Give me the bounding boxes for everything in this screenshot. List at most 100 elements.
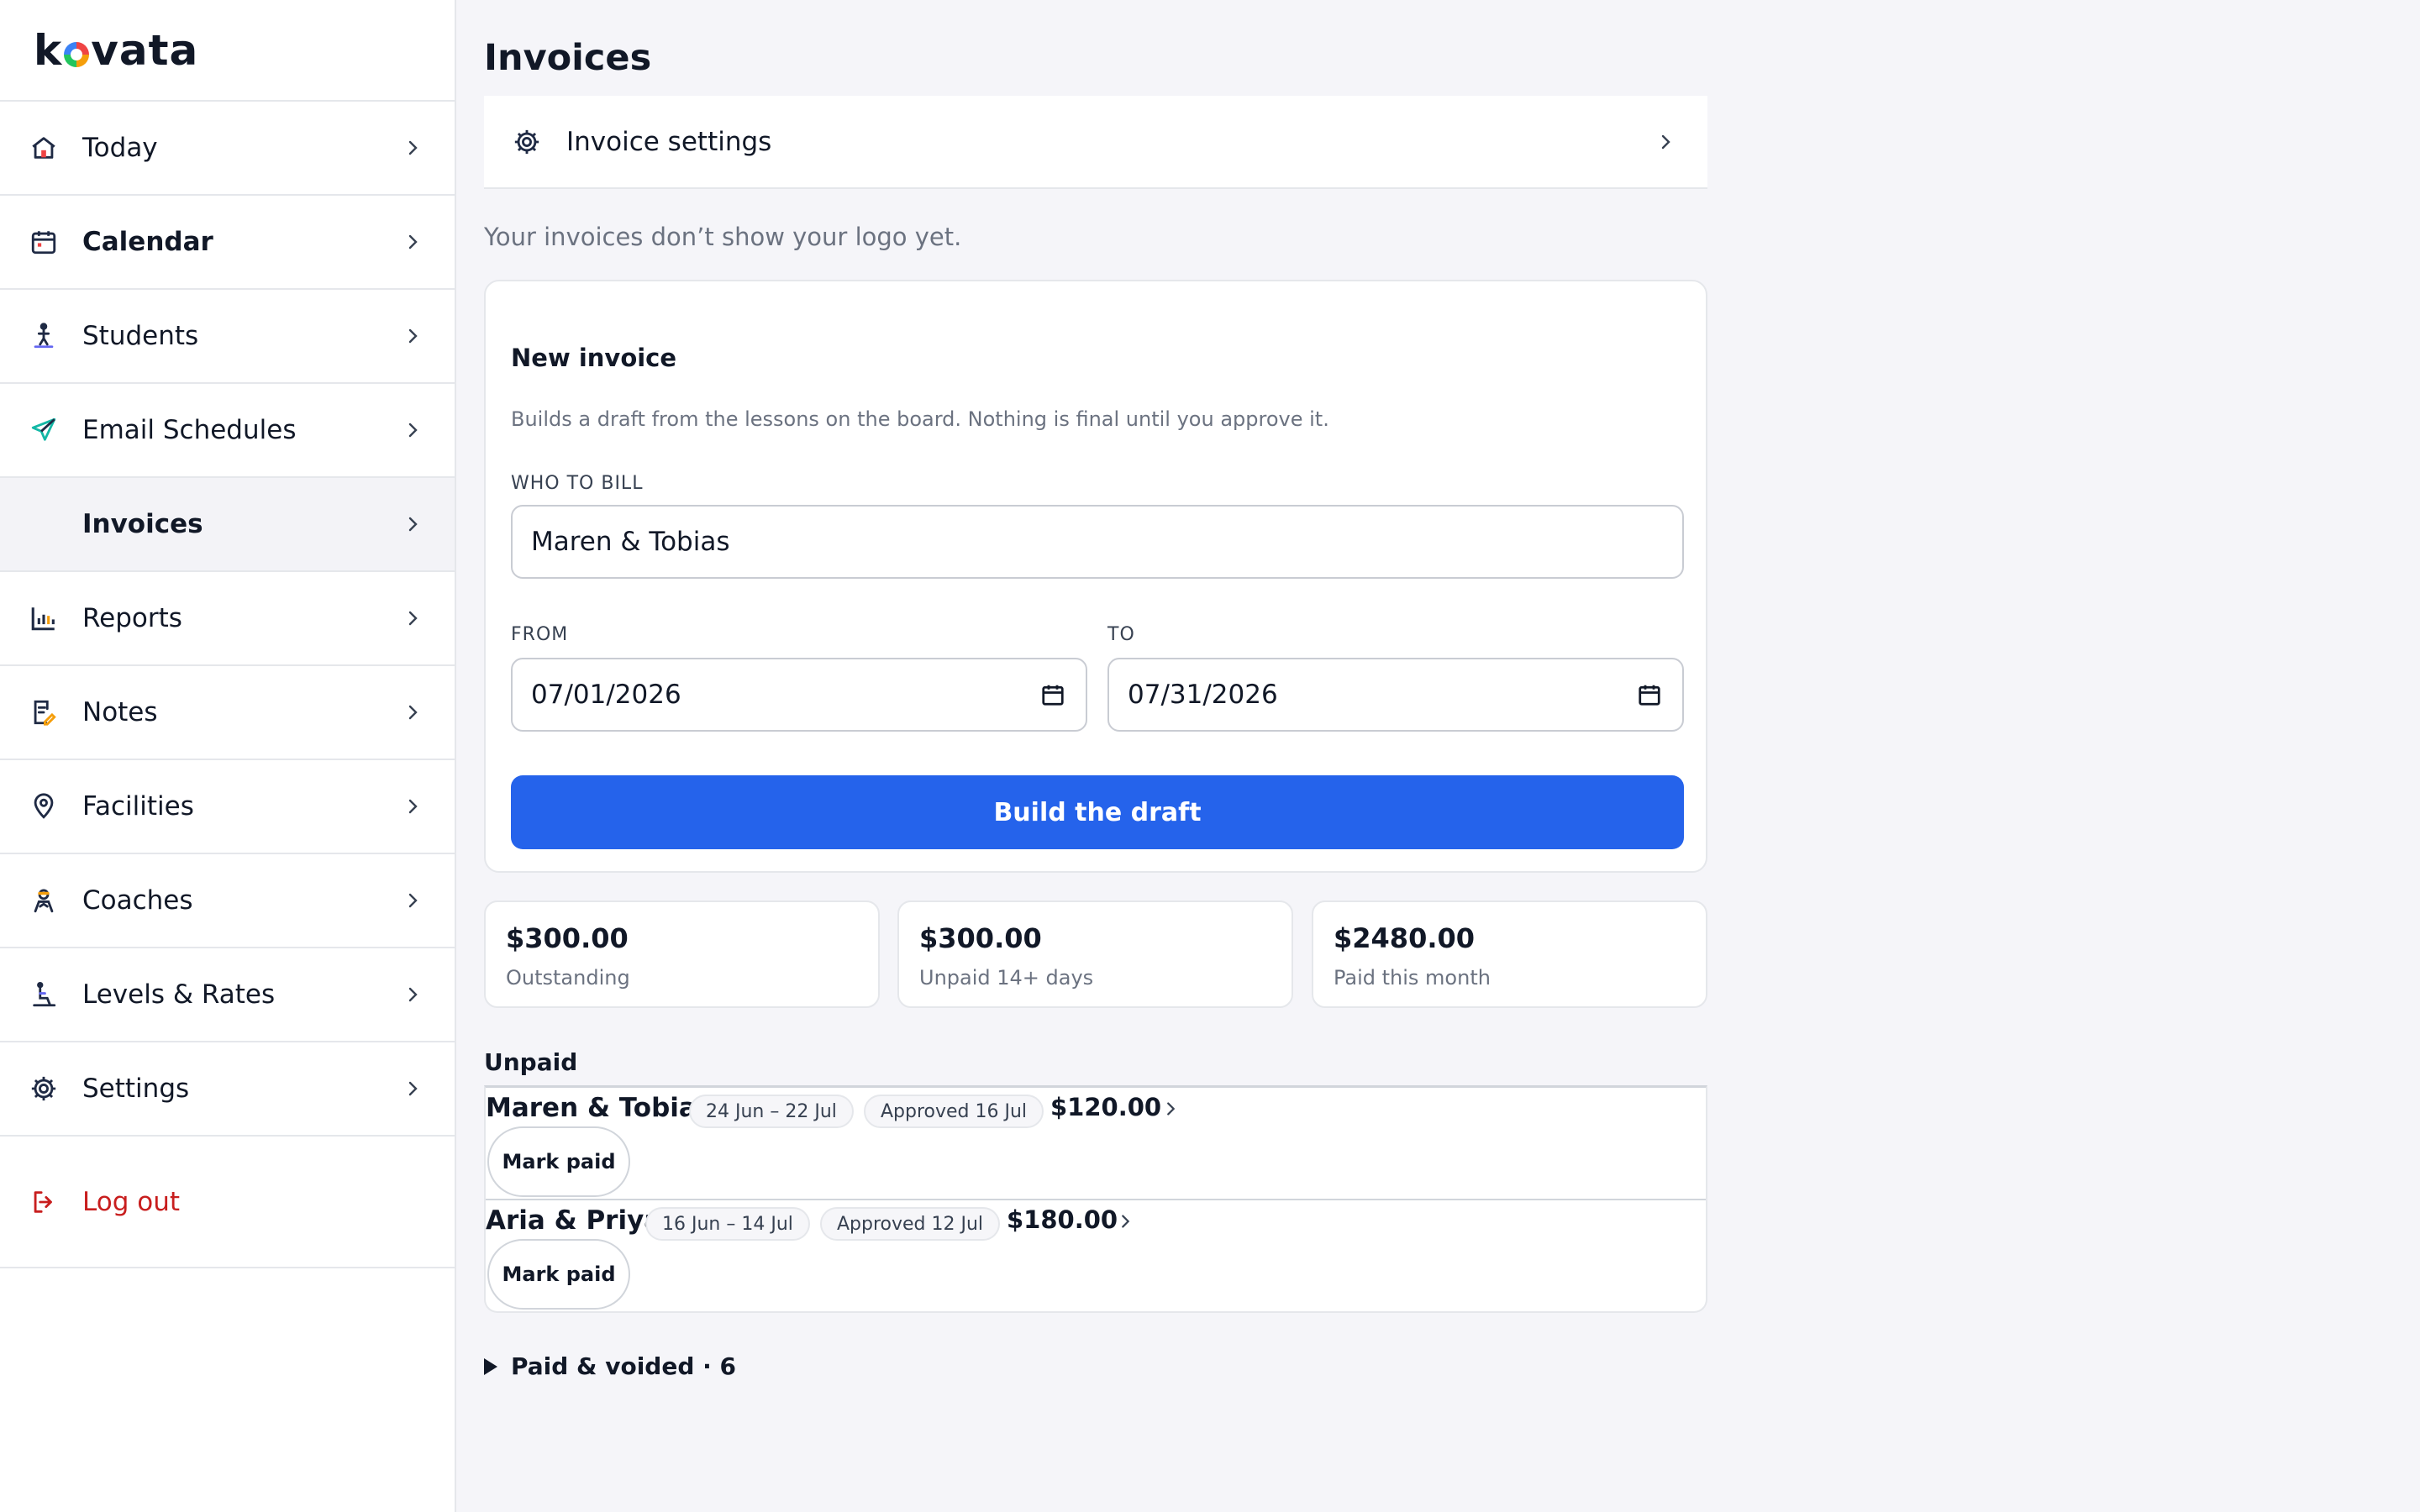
sidebar-item-label: Calendar [82, 227, 213, 257]
stat-caption: Outstanding [506, 966, 630, 990]
who-to-bill-label: WHO TO BILL [511, 473, 644, 494]
invoice-date-range-badge: 16 Jun – 14 Jul [645, 1207, 810, 1241]
invoice-approved-badge: Approved 16 Jul [864, 1095, 1044, 1128]
from-date-input[interactable]: 07/01/2026 [511, 658, 1087, 732]
invoice-date-range-badge: 24 Jun – 22 Jul [689, 1095, 854, 1128]
invoice-settings-row[interactable]: Invoice settings [484, 96, 1707, 189]
chevron-right-icon [408, 517, 418, 532]
logout-button[interactable]: Log out [0, 1137, 455, 1268]
sidebar-item-facilities[interactable]: Facilities [0, 760, 455, 854]
calendar-icon [29, 227, 59, 257]
who-to-bill-value: Maren & Tobias [531, 527, 730, 557]
chevron-right-icon [1661, 134, 1670, 149]
sidebar-item-label: Notes [82, 697, 158, 727]
chevron-right-icon [408, 328, 418, 344]
sidebar-item-coaches[interactable]: Coaches [0, 854, 455, 948]
stat-paid-this-month: $2480.00 Paid this month [1312, 900, 1707, 1008]
invoice-client-name: Maren & Tobias [486, 1093, 713, 1123]
chevron-right-icon[interactable] [1116, 1212, 1134, 1231]
stat-value: $300.00 [506, 922, 629, 954]
stat-outstanding: $300.00 Outstanding [484, 900, 880, 1008]
sidebar-item-invoices[interactable]: Invoices [0, 478, 455, 572]
levels-icon [29, 979, 59, 1010]
paid-voided-label: Paid & voided · 6 [511, 1352, 736, 1380]
sidebar-item-label: Facilities [82, 791, 194, 822]
invoice-row: Aria & Priya 16 Jun – 14 Jul Approved 12… [486, 1200, 1706, 1313]
stat-caption: Paid this month [1334, 966, 1491, 990]
sidebar-item-email-schedules[interactable]: Email Schedules [0, 384, 455, 478]
unpaid-invoice-list: Maren & Tobias 24 Jun – 22 Jul Approved … [484, 1085, 1707, 1313]
bar-chart-icon [29, 603, 59, 633]
calendar-icon[interactable] [1637, 682, 1662, 707]
calendar-icon[interactable] [1040, 682, 1065, 707]
chevron-right-icon [408, 140, 418, 155]
logout-icon [29, 1187, 59, 1217]
sidebar-item-settings[interactable]: Settings [0, 1042, 455, 1137]
chevron-right-icon [408, 799, 418, 814]
chevron-right-icon [408, 987, 418, 1002]
invoice-amount: $120.00 [1050, 1093, 1162, 1121]
gear-icon [514, 129, 539, 154]
sidebar-item-today[interactable]: Today [0, 102, 455, 196]
chevron-right-icon [408, 234, 418, 249]
student-icon [29, 321, 59, 351]
stat-value: $2480.00 [1334, 922, 1476, 954]
to-date-label: TO [1107, 624, 1135, 645]
new-invoice-title: New invoice [511, 344, 677, 372]
build-draft-button[interactable]: Build the draft [511, 775, 1684, 849]
sidebar-item-levels-rates[interactable]: Levels & Rates [0, 948, 455, 1042]
sidebar-item-label: Levels & Rates [82, 979, 276, 1010]
page-title: Invoices [484, 37, 652, 79]
sidebar-item-students[interactable]: Students [0, 290, 455, 384]
to-date-value: 07/31/2026 [1128, 680, 1278, 710]
sidebar-item-label: Invoices [82, 509, 203, 539]
invoice-client-name: Aria & Priya [486, 1205, 662, 1236]
invoice-amount: $180.00 [1007, 1205, 1118, 1234]
disclosure-triangle-icon [484, 1357, 497, 1375]
sidebar-item-reports[interactable]: Reports [0, 572, 455, 666]
sidebar-item-label: Email Schedules [82, 415, 297, 445]
sidebar-item-label: Reports [82, 603, 182, 633]
invoice-approved-badge: Approved 12 Jul [820, 1207, 1001, 1241]
who-to-bill-input[interactable]: Maren & Tobias [511, 505, 1684, 579]
new-invoice-description: Builds a draft from the lessons on the b… [511, 407, 1329, 431]
invoice-row: Maren & Tobias 24 Jun – 22 Jul Approved … [486, 1088, 1706, 1200]
new-invoice-card: New invoice Builds a draft from the less… [484, 280, 1707, 873]
home-icon [29, 133, 59, 163]
from-date-value: 07/01/2026 [531, 680, 681, 710]
sidebar-item-label: Settings [82, 1074, 190, 1104]
notes-icon [29, 697, 59, 727]
sidebar-item-notes[interactable]: Notes [0, 666, 455, 760]
from-date-label: FROM [511, 624, 569, 645]
chevron-right-icon [408, 423, 418, 438]
chevron-right-icon [408, 705, 418, 720]
location-pin-icon [29, 791, 59, 822]
brand-letter: k [34, 25, 63, 75]
chevron-right-icon[interactable] [1161, 1100, 1180, 1118]
sidebar-item-label: Students [82, 321, 199, 351]
stat-unpaid-14-days: $300.00 Unpaid 14+ days [897, 900, 1293, 1008]
brand-wordmark: k vata [34, 26, 198, 75]
sidebar-item-calendar[interactable]: Calendar [0, 196, 455, 290]
brand-logo[interactable]: k vata [0, 0, 455, 102]
to-date-input[interactable]: 07/31/2026 [1107, 658, 1684, 732]
mark-paid-button[interactable]: Mark paid [487, 1239, 630, 1310]
logo-hint-text: Your invoices don’t show your logo yet. [484, 223, 962, 251]
unpaid-section-title: Unpaid [484, 1048, 578, 1076]
invoice-settings-label: Invoice settings [566, 126, 772, 157]
sidebar: k vata Today Calendar Students Email Sch… [0, 0, 456, 1512]
coach-icon [29, 885, 59, 916]
paid-voided-toggle[interactable]: Paid & voided · 6 [484, 1352, 736, 1380]
mark-paid-button[interactable]: Mark paid [487, 1126, 630, 1197]
paper-plane-icon [29, 415, 59, 445]
chevron-right-icon [408, 893, 418, 908]
chevron-right-icon [408, 611, 418, 626]
stat-caption: Unpaid 14+ days [919, 966, 1094, 990]
brand-color-dot-icon [64, 41, 90, 67]
stat-value: $300.00 [919, 922, 1042, 954]
sidebar-item-label: Today [82, 133, 158, 163]
chevron-right-icon [408, 1081, 418, 1096]
logout-label: Log out [82, 1186, 180, 1217]
sidebar-item-label: Coaches [82, 885, 193, 916]
brand-letters: vata [91, 25, 199, 75]
